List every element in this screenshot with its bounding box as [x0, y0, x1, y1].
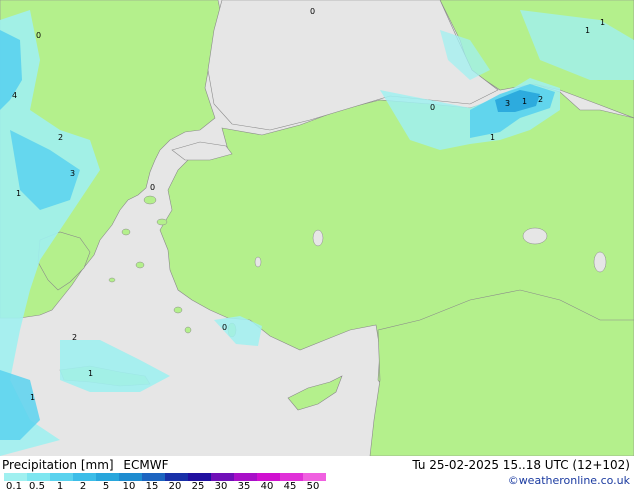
value-label: 1 — [16, 189, 21, 198]
legend-tick-label: 15 — [145, 481, 159, 492]
value-label: 1 — [490, 133, 495, 142]
value-label: 0 — [222, 323, 227, 332]
value-label: 3 — [505, 99, 510, 108]
legend-tick-label: 5 — [102, 481, 110, 492]
value-label: 0 — [150, 183, 155, 192]
legend-swatch — [119, 473, 142, 481]
value-label: 1 — [600, 18, 605, 27]
value-label: 1 — [88, 369, 93, 378]
legend-swatch — [96, 473, 119, 481]
legend-tick-label: 50 — [306, 481, 320, 492]
legend-tick-label: 0.1 — [6, 481, 22, 492]
value-label: 3 — [70, 169, 75, 178]
legend-swatch — [257, 473, 280, 481]
value-label: 4 — [12, 91, 17, 100]
legend-tick-label: 20 — [168, 481, 182, 492]
legend-title-row: Precipitation [mm] ECMWF — [2, 458, 168, 472]
legend-swatch — [280, 473, 303, 481]
legend-tick-label: 2 — [79, 481, 87, 492]
legend-swatch — [73, 473, 96, 481]
copyright-link[interactable]: ©weatheronline.co.uk — [508, 474, 630, 487]
legend-swatch — [188, 473, 211, 481]
legend-tick-label: 1 — [56, 481, 64, 492]
valid-time: Tu 25-02-2025 15..18 UTC (12+102) — [412, 458, 630, 472]
value-label: 0 — [310, 7, 315, 16]
legend-tick-label: 0.5 — [29, 481, 45, 492]
legend-tick-label: 30 — [214, 481, 228, 492]
legend-swatch — [303, 473, 326, 481]
legend-swatch — [142, 473, 165, 481]
legend-swatch — [27, 473, 50, 481]
precipitation-map[interactable]: 0 4 2 3 1 2 1 1 3 1 2 1 1 1 0 0 0 0 — [0, 0, 634, 457]
legend-swatch — [4, 473, 27, 481]
value-label: 2 — [58, 133, 63, 142]
map-canvas: 0 4 2 3 1 2 1 1 3 1 2 1 1 1 0 0 0 0 — [0, 0, 634, 457]
value-label: 0 — [36, 31, 41, 40]
value-label: 2 — [538, 95, 543, 104]
color-scale-bar — [4, 473, 326, 481]
legend-model: ECMWF — [123, 458, 169, 472]
legend-swatch — [50, 473, 73, 481]
value-label: 1 — [30, 393, 35, 402]
legend-tick-label: 10 — [122, 481, 136, 492]
legend-swatch — [165, 473, 188, 481]
legend: Precipitation [mm] ECMWF Tu 25-02-2025 1… — [0, 456, 634, 492]
legend-swatch — [211, 473, 234, 481]
legend-swatch — [234, 473, 257, 481]
legend-tick-label: 45 — [283, 481, 297, 492]
legend-tick-label: 35 — [237, 481, 251, 492]
legend-tick-label: 40 — [260, 481, 274, 492]
value-label: 1 — [585, 26, 590, 35]
value-label: 1 — [522, 97, 527, 106]
value-label: 2 — [72, 333, 77, 342]
legend-tick-label: 25 — [191, 481, 205, 492]
legend-title: Precipitation [mm] — [2, 458, 114, 472]
value-label: 0 — [430, 103, 435, 112]
